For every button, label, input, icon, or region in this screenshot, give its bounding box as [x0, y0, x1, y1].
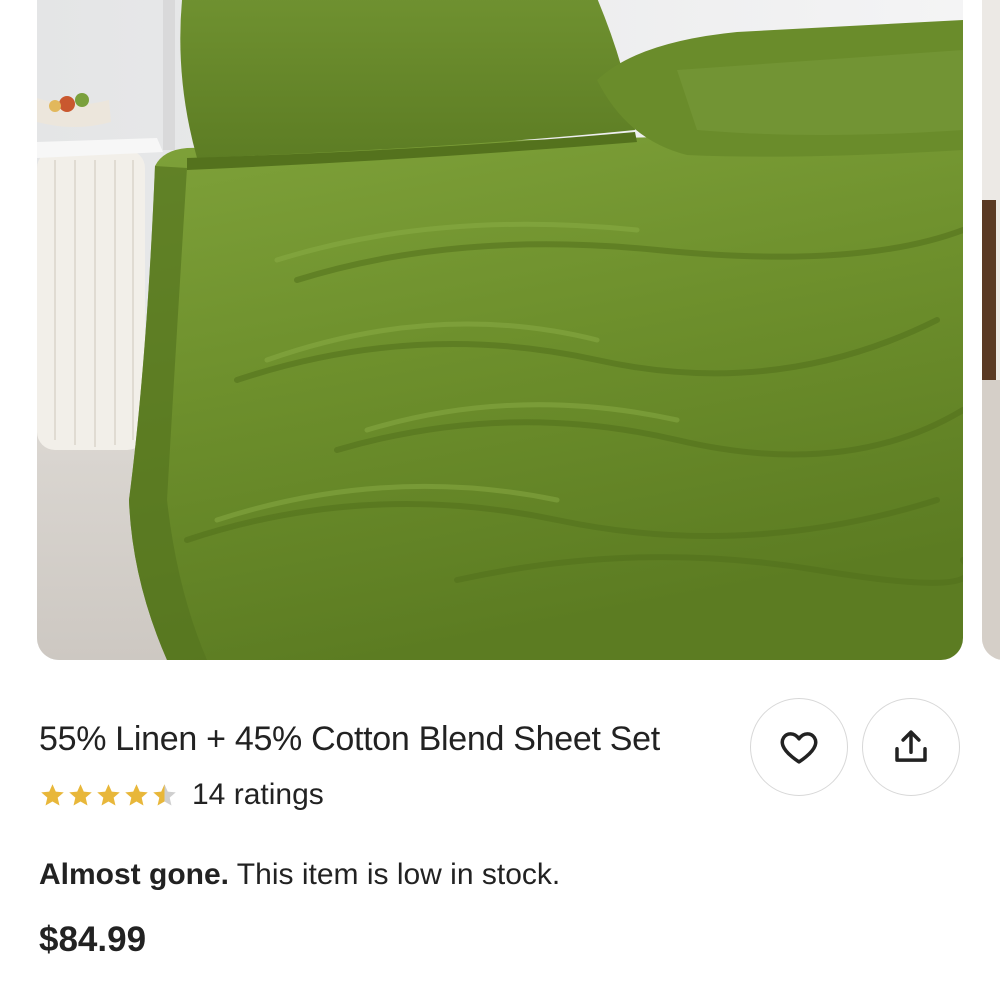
stock-status-text: This item is low in stock.: [229, 858, 561, 891]
stock-status: Almost gone. This item is low in stock.: [39, 858, 560, 892]
star-rating: [39, 782, 178, 809]
next-photo: [982, 0, 1000, 660]
share-button[interactable]: [862, 698, 960, 796]
heart-icon: [780, 732, 818, 764]
star-icon: [69, 783, 92, 806]
star-icon: [97, 783, 120, 806]
product-price: $84.99: [39, 920, 147, 959]
product-photo: [37, 0, 963, 660]
rating-summary[interactable]: 14 ratings: [39, 778, 324, 812]
rating-count[interactable]: 14 ratings: [192, 778, 324, 812]
favorite-button[interactable]: [750, 698, 848, 796]
next-product-image[interactable]: [982, 0, 1000, 660]
product-title: 55% Linen + 45% Cotton Blend Sheet Set: [39, 720, 660, 758]
product-image[interactable]: [37, 0, 963, 660]
star-half-icon: [153, 783, 176, 806]
share-icon: [895, 730, 927, 762]
stock-status-bold: Almost gone.: [39, 858, 230, 891]
star-icon: [41, 783, 64, 806]
product-image-carousel[interactable]: [0, 0, 1000, 662]
star-icon: [125, 783, 148, 806]
